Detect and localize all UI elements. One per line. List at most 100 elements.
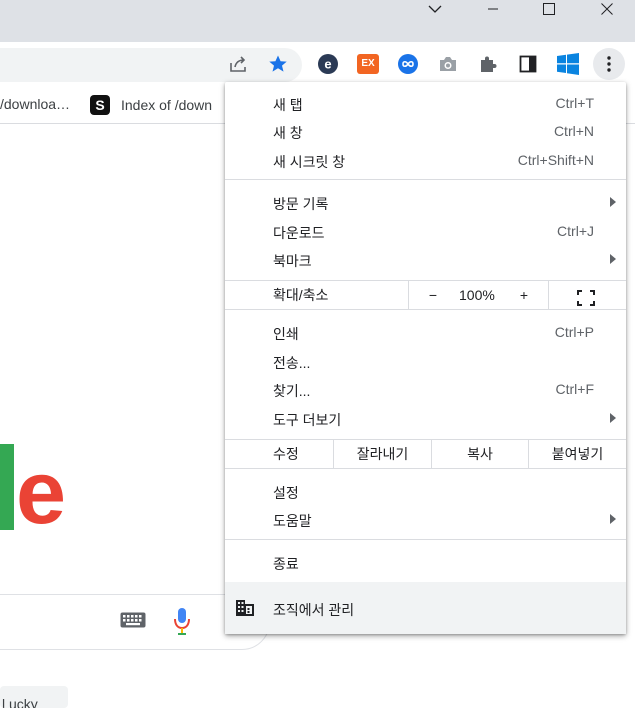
menu-item-label: 찾기... xyxy=(273,383,311,399)
menu-item-shortcut: Ctrl+T xyxy=(555,95,595,111)
menu-item-label: 방문 기록 xyxy=(273,196,329,212)
menu-item-exit[interactable]: 종료 xyxy=(225,548,626,576)
menu-item-shortcut: Ctrl+Shift+N xyxy=(517,152,594,168)
menu-item-label: 종료 xyxy=(273,556,299,572)
keyboard-icon[interactable] xyxy=(120,612,146,633)
menu-item-cast[interactable]: 전송... xyxy=(225,347,626,375)
kebab-menu-icon xyxy=(607,56,611,72)
zoom-level: 100% xyxy=(459,287,495,303)
menu-item-history[interactable]: 방문 기록 xyxy=(225,188,626,216)
star-icon xyxy=(269,55,287,72)
paste-button[interactable]: 붙여넣기 xyxy=(529,440,626,468)
menu-item-label: 새 창 xyxy=(273,125,303,141)
menu-item-bookmarks[interactable]: 북마크 xyxy=(225,245,626,273)
edit-row: 수정 잘라내기 복사 붙여넣기 xyxy=(225,439,626,469)
menu-item-shortcut: Ctrl+F xyxy=(555,381,595,397)
bookmark-item[interactable]: S Index of /down xyxy=(90,95,212,115)
menu-item-label: 새 탭 xyxy=(273,97,303,113)
tab-search-button[interactable] xyxy=(420,0,450,18)
menu-item-incognito[interactable]: 새 시크릿 창 Ctrl+Shift+N xyxy=(225,146,626,174)
fullscreen-icon xyxy=(577,290,595,306)
submenu-arrow-icon xyxy=(610,197,616,207)
extensions-button[interactable] xyxy=(476,52,500,76)
side-panel-button[interactable] xyxy=(516,52,540,76)
logo-letter-l xyxy=(0,444,14,530)
chevron-down-icon xyxy=(428,5,442,13)
menu-item-find[interactable]: 찾기... Ctrl+F xyxy=(225,375,626,403)
share-button[interactable] xyxy=(226,52,250,76)
bookmark-favicon-icon: S xyxy=(90,95,110,115)
menu-separator xyxy=(225,539,626,540)
maximize-icon xyxy=(543,3,555,15)
managed-label: 조직에서 관리 xyxy=(273,602,355,618)
bookmark-label: Index of /down xyxy=(121,97,213,113)
edit-label: 수정 xyxy=(273,446,299,462)
menu-item-more-tools[interactable]: 도구 더보기 xyxy=(225,404,626,432)
zoom-label: 확대/축소 xyxy=(273,287,329,303)
camera-extension-button[interactable] xyxy=(436,52,460,76)
submenu-arrow-icon xyxy=(610,254,616,264)
maximize-button[interactable] xyxy=(534,0,564,18)
submenu-arrow-icon xyxy=(610,413,616,423)
zoom-row: 확대/축소 − 100% + xyxy=(225,280,626,310)
lucky-button-label: l ucky xyxy=(2,696,38,708)
menu-item-print[interactable]: 인쇄 Ctrl+P xyxy=(225,318,626,346)
share-icon xyxy=(230,56,246,72)
menu-item-new-window[interactable]: 새 창 Ctrl+N xyxy=(225,117,626,145)
microphone-icon[interactable] xyxy=(172,606,192,641)
menu-item-help[interactable]: 도움말 xyxy=(225,505,626,533)
zoom-out-button[interactable]: − xyxy=(427,281,439,309)
minimize-button[interactable] xyxy=(478,0,508,18)
extension-e-button[interactable]: e xyxy=(316,52,340,76)
menu-item-shortcut: Ctrl+P xyxy=(554,324,594,340)
cut-button[interactable]: 잘라내기 xyxy=(334,440,431,468)
close-icon xyxy=(601,3,613,15)
favicon-letter: S xyxy=(95,97,105,113)
camera-icon xyxy=(440,57,456,71)
bookmark-label: /downloa… xyxy=(0,96,71,112)
menu-item-new-tab[interactable]: 새 탭 Ctrl+T xyxy=(225,89,626,117)
menu-item-label: 전송... xyxy=(273,355,311,371)
menu-item-label: 다운로드 xyxy=(273,225,325,241)
minimize-icon xyxy=(488,8,498,10)
lucky-button[interactable]: l ucky xyxy=(0,686,68,708)
menu-item-label: 인쇄 xyxy=(273,326,299,342)
extension-ex-button[interactable]: EX xyxy=(356,52,380,76)
logo-letter-e: e xyxy=(16,443,67,543)
title-bar xyxy=(0,0,635,42)
extension-infinity-icon xyxy=(398,54,418,74)
close-button[interactable] xyxy=(592,0,622,18)
menu-item-label: 설정 xyxy=(273,485,299,501)
sidepanel-icon xyxy=(519,55,537,73)
address-bar[interactable] xyxy=(0,48,302,82)
extension-ex-label: EX xyxy=(361,58,375,69)
fullscreen-button[interactable] xyxy=(577,287,595,306)
building-icon xyxy=(236,600,254,616)
menu-item-shortcut: Ctrl+N xyxy=(553,123,594,139)
bookmark-star-button[interactable] xyxy=(266,52,290,76)
extension-e-icon: e xyxy=(318,54,338,74)
menu-item-settings[interactable]: 설정 xyxy=(225,477,626,505)
chrome-main-menu: 새 탭 Ctrl+T 새 창 Ctrl+N 새 시크릿 창 Ctrl+Shift… xyxy=(225,82,626,634)
menu-item-downloads[interactable]: 다운로드 Ctrl+J xyxy=(225,217,626,245)
zoom-divider xyxy=(548,281,549,309)
bookmark-item[interactable]: /downloa… xyxy=(0,96,70,112)
copy-button[interactable]: 복사 xyxy=(432,440,528,468)
menu-separator xyxy=(225,179,626,180)
extension-ex-icon: EX xyxy=(357,54,379,74)
windows-icon xyxy=(557,53,579,75)
menu-item-label: 북마크 xyxy=(273,253,312,269)
menu-item-label: 도구 더보기 xyxy=(273,412,342,428)
menu-item-label: 도움말 xyxy=(273,513,312,529)
puzzle-icon xyxy=(481,56,497,72)
windows-extension-button[interactable] xyxy=(556,52,580,76)
submenu-arrow-icon xyxy=(610,514,616,524)
zoom-in-button[interactable]: + xyxy=(518,281,530,309)
extension-infinity-button[interactable] xyxy=(396,52,420,76)
menu-item-label: 새 시크릿 창 xyxy=(273,154,346,170)
chrome-menu-button[interactable] xyxy=(593,48,625,80)
zoom-divider xyxy=(408,281,409,309)
managed-by-organization[interactable]: 조직에서 관리 xyxy=(225,582,626,634)
svg-text:e: e xyxy=(324,57,331,72)
menu-item-shortcut: Ctrl+J xyxy=(557,223,594,239)
